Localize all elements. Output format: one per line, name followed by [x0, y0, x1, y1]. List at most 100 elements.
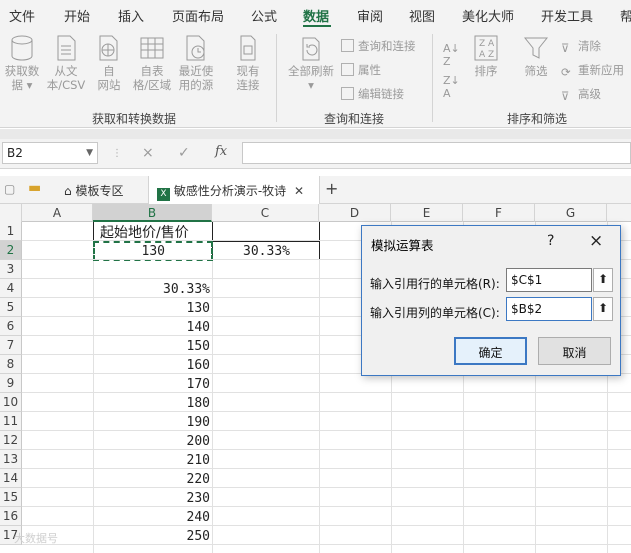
row-header[interactable]: 9 [0, 374, 22, 393]
row-header[interactable]: 1 [0, 222, 22, 241]
enter-formula-icon[interactable]: ✓ [178, 145, 190, 161]
sort-button[interactable]: Z AA Z 排序 [466, 34, 506, 78]
tab-formulas[interactable]: 公式 [251, 6, 277, 25]
dialog-title: 模拟运算表 [371, 238, 434, 253]
clear-filter-button[interactable]: ⊽ 清除 [561, 38, 601, 55]
row-header[interactable]: 3 [0, 260, 22, 279]
recent-sources-button[interactable]: 最近使 用的源 [176, 34, 216, 92]
get-data-button[interactable]: 获取数 据 ▾ [2, 34, 42, 92]
tab-data[interactable]: 数据 [303, 6, 329, 25]
cancel-formula-icon[interactable]: × [142, 145, 154, 161]
gridline [22, 487, 631, 488]
row-header[interactable]: 13 [0, 450, 22, 469]
reapply-label: 重新应用 [578, 63, 624, 77]
from-text-button[interactable]: 从文 本/CSV [46, 34, 86, 92]
row-header[interactable]: 11 [0, 412, 22, 431]
watermark: 大数据号 [14, 532, 58, 545]
row-header[interactable]: 6 [0, 317, 22, 336]
group-label-sort-filter: 排序和筛选 [507, 112, 568, 126]
add-tab-button[interactable]: + [325, 176, 338, 204]
help-icon[interactable]: ? [547, 233, 554, 249]
row-header[interactable]: 14 [0, 469, 22, 488]
sort-az-button[interactable]: A↓ Z [443, 42, 460, 68]
column-header-d[interactable]: D [319, 204, 391, 222]
tab-help[interactable]: 帮 [620, 6, 631, 25]
row-header[interactable]: 12 [0, 431, 22, 450]
ribbon: 获取数 据 ▾ 从文 本/CSV 自 网站 自表 格/区域 最近使 用的源 现有… [0, 28, 631, 128]
advanced-filter-button[interactable]: ⊽ 高级 [561, 86, 601, 103]
row-header[interactable]: 4 [0, 279, 22, 298]
row-header[interactable]: 8 [0, 355, 22, 374]
tab-home[interactable]: 开始 [64, 6, 90, 25]
gridline [22, 506, 631, 507]
active-tab-underline [303, 25, 331, 27]
sort-za-button[interactable]: Z↓ A [443, 74, 460, 100]
column-header-g[interactable]: G [535, 204, 607, 222]
cancel-button[interactable]: 取消 [538, 337, 611, 365]
queries-connections-button[interactable]: 查询和连接 [341, 38, 416, 54]
chevron-down-icon[interactable]: ▼ [86, 148, 93, 158]
edit-links-button[interactable]: 编辑链接 [341, 86, 404, 102]
tab-insert[interactable]: 插入 [118, 6, 144, 25]
row-header[interactable]: 15 [0, 488, 22, 507]
column-header-row: A B C D E F G [0, 204, 631, 222]
gridline [22, 392, 631, 393]
queries-label: 查询和连接 [358, 39, 416, 53]
column-header-f[interactable]: F [463, 204, 535, 222]
insert-function-icon[interactable]: fx [215, 144, 227, 159]
close-icon[interactable]: × [589, 231, 603, 251]
existing-connections-button[interactable]: 现有 连接 [228, 34, 268, 92]
excel-file-icon: X [157, 188, 170, 201]
name-box-value: B2 [7, 146, 23, 160]
from-table-label: 自表 [140, 64, 164, 78]
name-box[interactable]: B2 ▼ [2, 142, 98, 164]
gridline [22, 411, 631, 412]
row-header[interactable]: 7 [0, 336, 22, 355]
column-header-b[interactable]: B [93, 204, 212, 222]
tab-view[interactable]: 视图 [409, 6, 435, 25]
collapse-dialog-icon[interactable]: ⬆ [593, 268, 613, 292]
formula-bar: B2 ▼ ⋮ × ✓ fx [0, 139, 631, 169]
refresh-all-button[interactable]: 全部刷新 ▾ [285, 34, 337, 92]
tab-review[interactable]: 审阅 [357, 6, 383, 25]
reapply-button[interactable]: ⟳ 重新应用 [561, 62, 624, 79]
ok-button[interactable]: 确定 [454, 337, 527, 365]
collapse-dialog-icon[interactable]: ⬆ [593, 297, 613, 321]
from-text-label: 从文 [54, 64, 78, 78]
select-all-corner[interactable] [0, 204, 22, 222]
tab-beautify[interactable]: 美化大师 [462, 6, 514, 25]
from-web-label-2: 网站 [97, 78, 121, 92]
tab-file[interactable]: 文件 [9, 6, 35, 25]
table-icon [140, 37, 164, 59]
row-header[interactable]: 10 [0, 393, 22, 412]
tab-developer[interactable]: 开发工具 [541, 6, 593, 25]
tab-template-area[interactable]: ⌂ 模板专区 [56, 176, 144, 204]
row-header[interactable]: 5 [0, 298, 22, 317]
row-input-cell-field[interactable]: $C$1 [506, 268, 592, 292]
column-header-e[interactable]: E [391, 204, 463, 222]
filter-button[interactable]: 筛选 [516, 34, 556, 78]
folder-icon[interactable]: ▬ [28, 176, 41, 204]
gridline [212, 222, 213, 553]
from-table-button[interactable]: 自表 格/区域 [132, 34, 172, 92]
more-options-icon[interactable]: ⋮ [112, 148, 122, 159]
tab-page-layout[interactable]: 页面布局 [172, 6, 224, 25]
column-header-c[interactable]: C [212, 204, 319, 222]
clear-filter-icon: ⊽ [561, 41, 570, 55]
properties-button[interactable]: 属性 [341, 62, 381, 78]
close-tab-icon[interactable]: ✕ [294, 184, 304, 198]
filter-icon [523, 37, 549, 59]
advanced-filter-icon: ⊽ [561, 89, 570, 103]
cell-b1[interactable]: 起始地价/售价 [100, 222, 189, 241]
group-divider [432, 34, 433, 122]
row-header[interactable]: 16 [0, 507, 22, 526]
formula-input[interactable] [242, 142, 631, 164]
row-header[interactable]: 2 [0, 241, 22, 260]
group-label-queries: 查询和连接 [324, 112, 385, 126]
from-table-label-2: 格/区域 [132, 78, 172, 92]
from-web-button[interactable]: 自 网站 [89, 34, 129, 92]
column-header-a[interactable]: A [22, 204, 93, 222]
tab-workbook[interactable]: X 敏感性分析演示-牧诗 ✕ [148, 176, 320, 204]
column-input-cell-field[interactable]: $B$2 [506, 297, 592, 321]
new-file-icon[interactable]: ▢ [4, 176, 15, 204]
